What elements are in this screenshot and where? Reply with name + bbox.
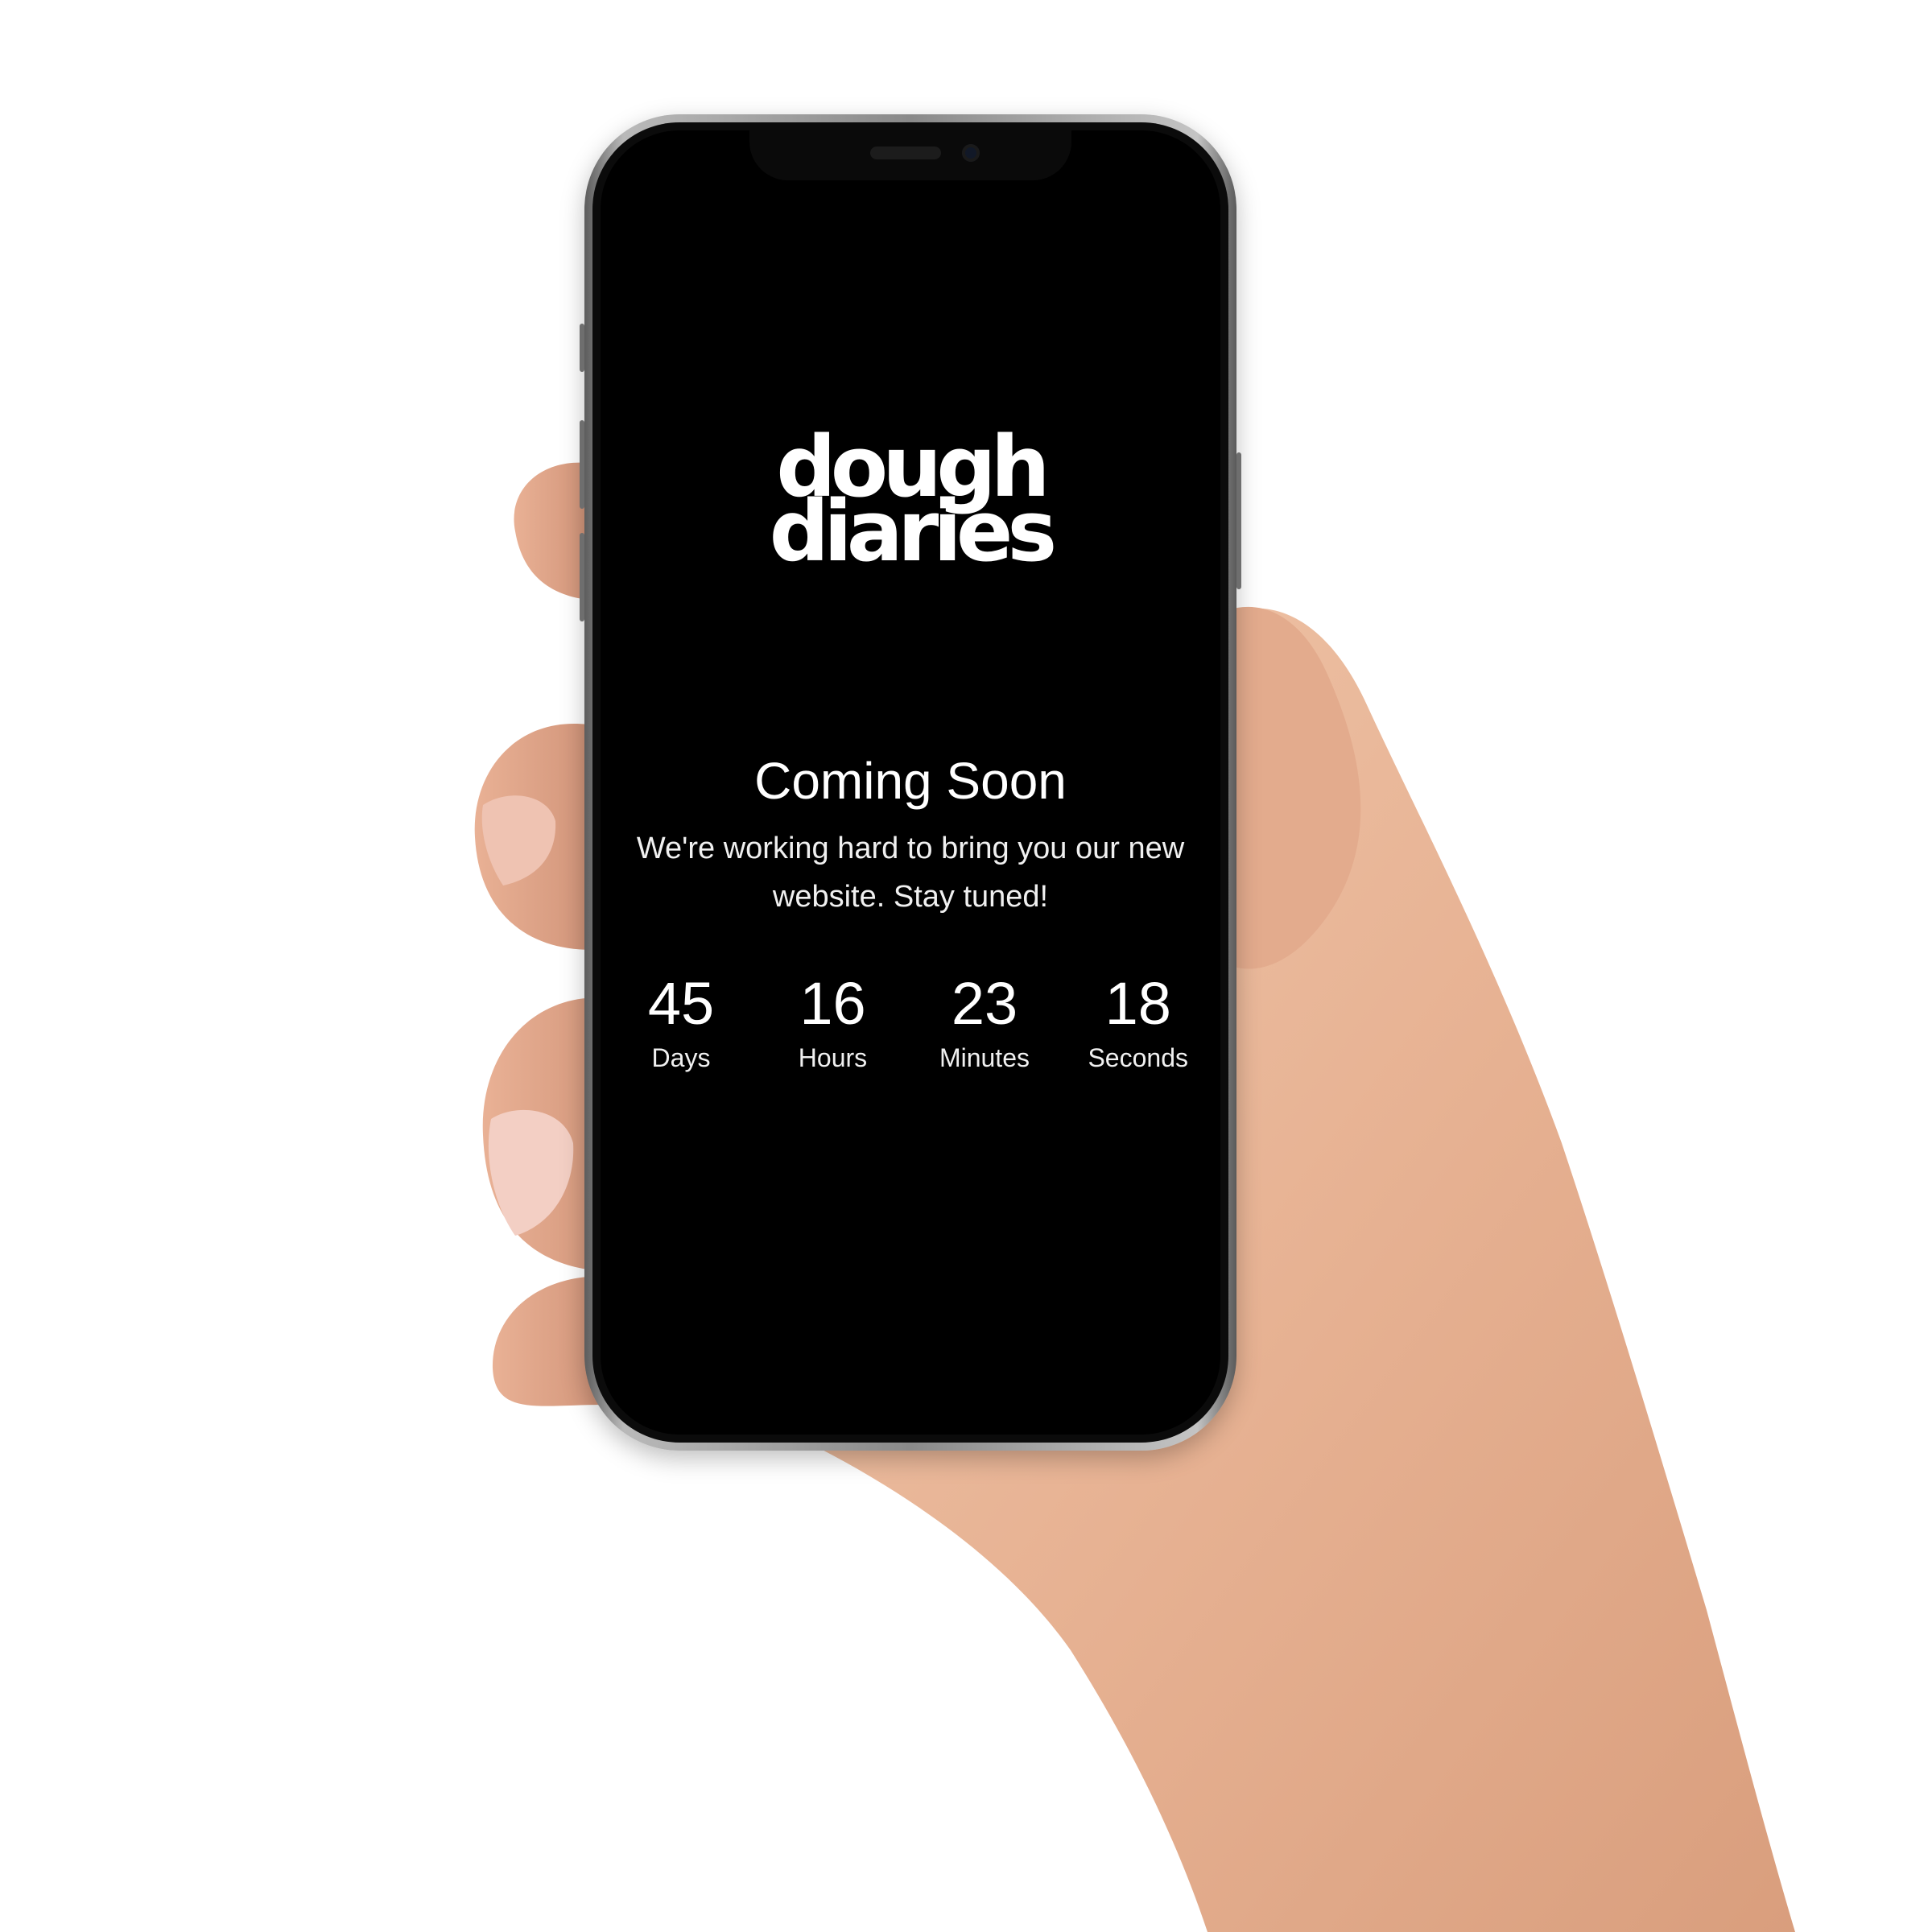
- phone-volume-up-button: [580, 420, 584, 509]
- countdown-timer: 45 Days 16 Hours 23 Minutes 18 Seconds: [633, 968, 1188, 1075]
- countdown-hours-label: Hours: [798, 1043, 868, 1072]
- phone-frame: dough diaries Coming Soon We're working …: [580, 114, 1241, 1451]
- finger-top: [514, 462, 588, 600]
- countdown-hours-value: 16: [799, 970, 866, 1037]
- page-title: Coming Soon: [754, 752, 1067, 810]
- phone-notch: [749, 130, 1071, 180]
- dough-diaries-logo[interactable]: dough diaries: [601, 425, 1220, 580]
- countdown-seconds-label: Seconds: [1088, 1043, 1188, 1072]
- countdown-minutes-value: 23: [951, 970, 1018, 1037]
- phone-power-button: [1236, 452, 1241, 589]
- phone-volume-down-button: [580, 533, 584, 621]
- logo-line-2: diaries: [769, 482, 1058, 580]
- countdown-days-value: 45: [647, 970, 715, 1037]
- countdown-minutes: 23 Minutes: [936, 968, 1033, 1075]
- phone-screen: dough diaries Coming Soon We're working …: [601, 130, 1220, 1435]
- earpiece-speaker: [870, 147, 941, 159]
- mockup-stage: dough diaries Coming Soon We're working …: [0, 0, 1932, 1932]
- front-camera-icon: [962, 144, 980, 162]
- page-subtitle: We're working hard to bring you our new …: [636, 832, 1185, 914]
- countdown-minutes-label: Minutes: [939, 1043, 1030, 1072]
- countdown-hours: 16 Hours: [784, 968, 881, 1075]
- countdown-seconds-value: 18: [1104, 970, 1171, 1037]
- countdown-days-label: Days: [651, 1043, 711, 1072]
- phone-bezel: dough diaries Coming Soon We're working …: [592, 122, 1228, 1443]
- countdown-days: 45 Days: [633, 968, 729, 1075]
- coming-soon-page: dough diaries Coming Soon We're working …: [601, 130, 1220, 1435]
- countdown-seconds: 18 Seconds: [1088, 968, 1188, 1075]
- phone-silent-switch: [580, 324, 584, 372]
